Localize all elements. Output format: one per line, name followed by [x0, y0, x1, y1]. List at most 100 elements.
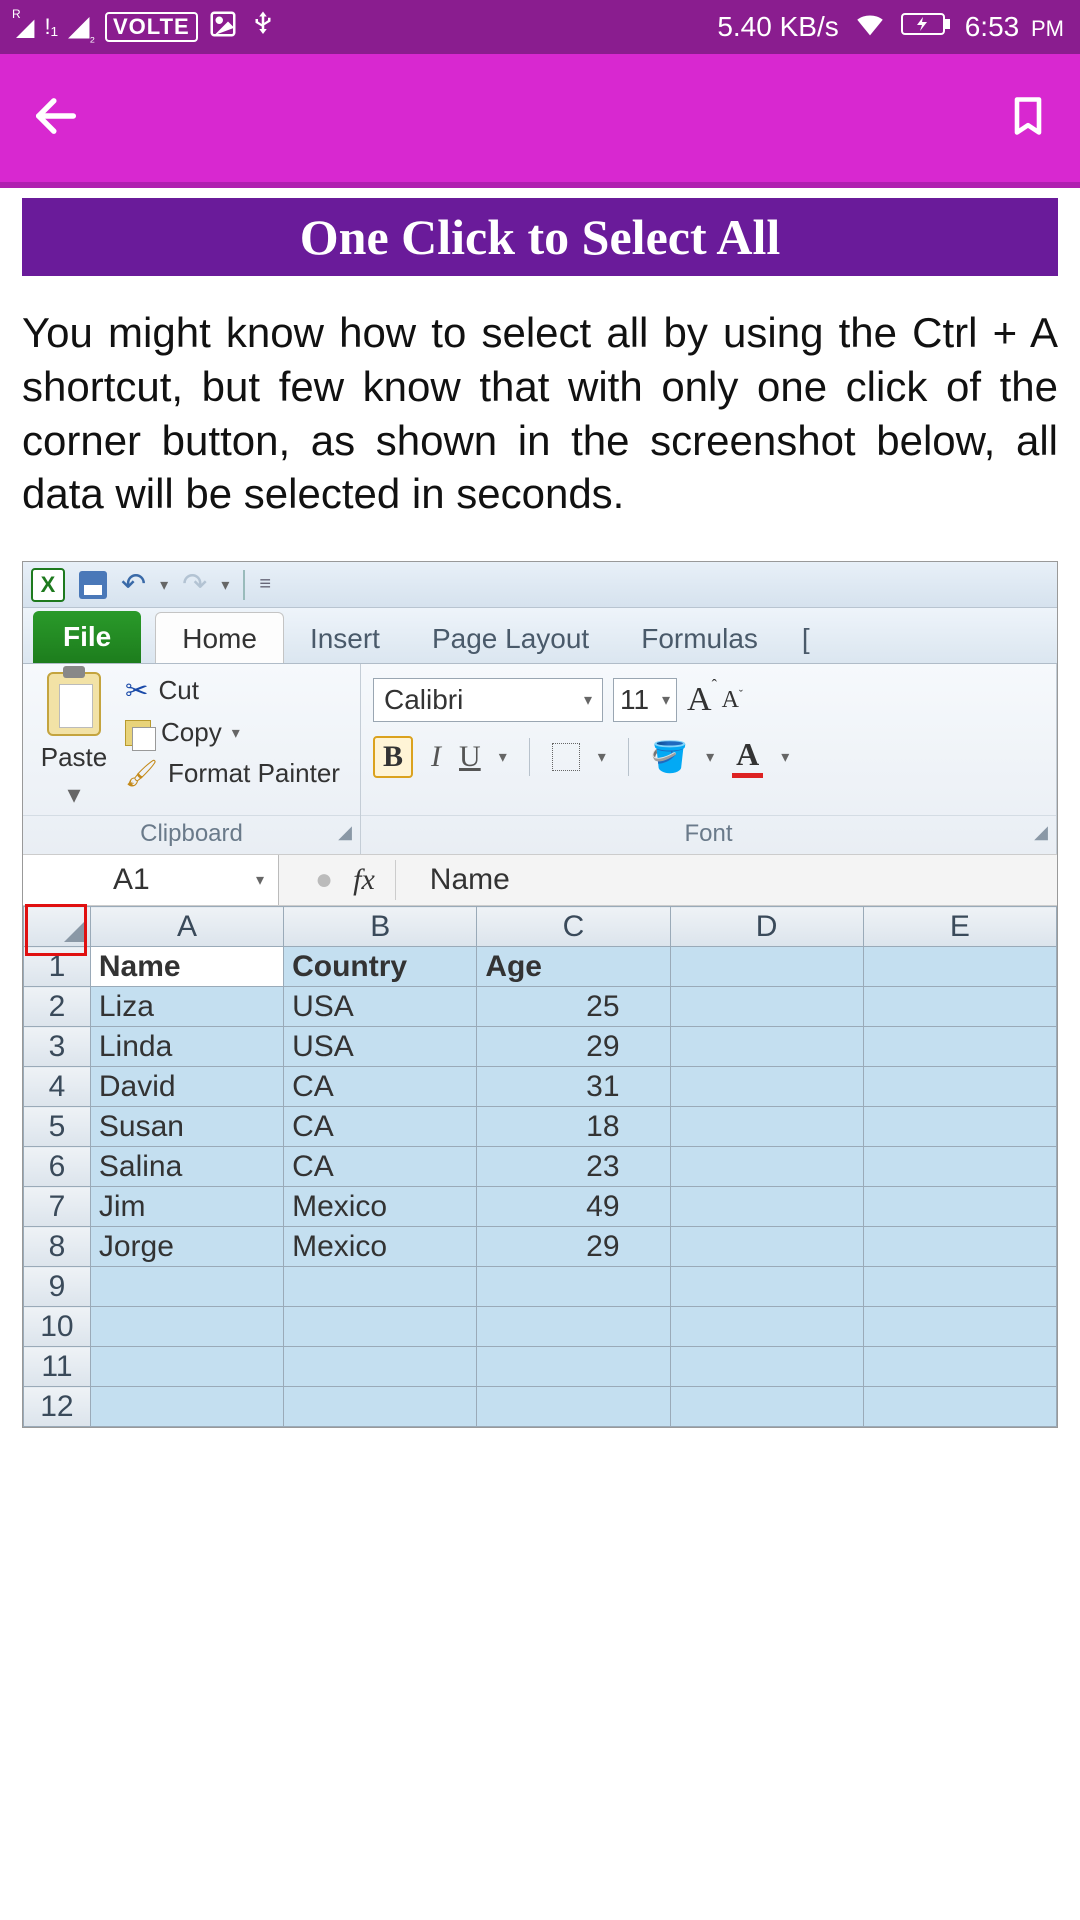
- cell[interactable]: USA: [284, 987, 477, 1027]
- cell[interactable]: Jorge: [90, 1227, 283, 1267]
- cell[interactable]: Susan: [90, 1107, 283, 1147]
- cell[interactable]: Age: [477, 947, 670, 987]
- cell[interactable]: CA: [284, 1107, 477, 1147]
- name-box[interactable]: A1▾: [23, 855, 279, 905]
- column-header[interactable]: C: [477, 907, 670, 947]
- cell[interactable]: [863, 947, 1056, 987]
- dialog-launcher-icon[interactable]: ◢: [338, 822, 352, 843]
- cell[interactable]: [670, 987, 863, 1027]
- cell[interactable]: [670, 1067, 863, 1107]
- cell[interactable]: [863, 1347, 1056, 1387]
- bold-button[interactable]: B: [373, 736, 413, 778]
- cell[interactable]: Jim: [90, 1187, 283, 1227]
- undo-icon[interactable]: ↶: [121, 567, 146, 602]
- cell[interactable]: 31: [477, 1067, 670, 1107]
- cell[interactable]: [477, 1347, 670, 1387]
- column-header[interactable]: E: [863, 907, 1056, 947]
- cell[interactable]: [863, 1107, 1056, 1147]
- tab-insert[interactable]: Insert: [284, 613, 406, 663]
- cell[interactable]: [670, 1187, 863, 1227]
- cell[interactable]: [90, 1307, 283, 1347]
- cell[interactable]: [670, 1107, 863, 1147]
- cell[interactable]: [863, 1067, 1056, 1107]
- font-color-icon[interactable]: A: [732, 736, 763, 778]
- cell[interactable]: [90, 1387, 283, 1427]
- cell[interactable]: CA: [284, 1067, 477, 1107]
- cell[interactable]: [863, 1387, 1056, 1427]
- cell[interactable]: [90, 1347, 283, 1387]
- cell[interactable]: [670, 1227, 863, 1267]
- cell[interactable]: [670, 1307, 863, 1347]
- row-header[interactable]: 9: [24, 1267, 91, 1307]
- cut-button[interactable]: ✂Cut: [125, 674, 340, 707]
- redo-icon[interactable]: ↷: [182, 567, 207, 602]
- row-header[interactable]: 5: [24, 1107, 91, 1147]
- cell[interactable]: [670, 1347, 863, 1387]
- cell[interactable]: Linda: [90, 1027, 283, 1067]
- cell[interactable]: Liza: [90, 987, 283, 1027]
- cell[interactable]: [863, 1267, 1056, 1307]
- cell[interactable]: CA: [284, 1147, 477, 1187]
- back-button[interactable]: [30, 90, 82, 147]
- fill-color-icon[interactable]: 🪣: [651, 740, 688, 775]
- cell[interactable]: 18: [477, 1107, 670, 1147]
- cell[interactable]: [863, 1187, 1056, 1227]
- cell[interactable]: Name: [90, 947, 283, 987]
- tab-page-layout[interactable]: Page Layout: [406, 613, 615, 663]
- excel-grid[interactable]: A B C D E 1NameCountryAge2LizaUSA253Lind…: [23, 906, 1057, 1427]
- cell[interactable]: 23: [477, 1147, 670, 1187]
- dialog-launcher-icon[interactable]: ◢: [1034, 822, 1048, 843]
- cell[interactable]: [670, 1147, 863, 1187]
- row-header[interactable]: 7: [24, 1187, 91, 1227]
- formula-bar-value[interactable]: Name: [416, 863, 510, 897]
- cell[interactable]: [284, 1307, 477, 1347]
- cell[interactable]: [477, 1387, 670, 1427]
- cell[interactable]: David: [90, 1067, 283, 1107]
- cell[interactable]: Mexico: [284, 1187, 477, 1227]
- cell[interactable]: [284, 1267, 477, 1307]
- row-header[interactable]: 6: [24, 1147, 91, 1187]
- row-header[interactable]: 8: [24, 1227, 91, 1267]
- cell[interactable]: [670, 1387, 863, 1427]
- column-header[interactable]: B: [284, 907, 477, 947]
- cell[interactable]: [670, 1267, 863, 1307]
- cell[interactable]: Country: [284, 947, 477, 987]
- increase-font-icon[interactable]: Aˆ: [687, 681, 712, 719]
- cell[interactable]: [670, 947, 863, 987]
- cell[interactable]: [284, 1347, 477, 1387]
- cell[interactable]: [863, 987, 1056, 1027]
- row-header[interactable]: 12: [24, 1387, 91, 1427]
- format-painter-button[interactable]: 🖌Format Painter: [125, 758, 340, 789]
- bookmark-button[interactable]: [1006, 94, 1050, 143]
- cell[interactable]: 25: [477, 987, 670, 1027]
- qat-customize-icon[interactable]: ≡: [259, 573, 271, 596]
- paste-button[interactable]: Paste ▾: [35, 672, 113, 815]
- row-header[interactable]: 4: [24, 1067, 91, 1107]
- cell[interactable]: [863, 1227, 1056, 1267]
- tab-formulas[interactable]: Formulas: [615, 613, 784, 663]
- row-header[interactable]: 3: [24, 1027, 91, 1067]
- paste-dropdown-icon[interactable]: ▾: [67, 779, 80, 810]
- cell[interactable]: 49: [477, 1187, 670, 1227]
- cell[interactable]: [670, 1027, 863, 1067]
- copy-button[interactable]: Copy ▾: [125, 717, 340, 748]
- column-header[interactable]: A: [90, 907, 283, 947]
- cell[interactable]: [863, 1147, 1056, 1187]
- row-header[interactable]: 2: [24, 987, 91, 1027]
- cell[interactable]: 29: [477, 1227, 670, 1267]
- cell[interactable]: [284, 1387, 477, 1427]
- column-header[interactable]: D: [670, 907, 863, 947]
- cell[interactable]: Salina: [90, 1147, 283, 1187]
- cell[interactable]: 29: [477, 1027, 670, 1067]
- italic-button[interactable]: I: [431, 740, 441, 774]
- cell[interactable]: [863, 1307, 1056, 1347]
- decrease-font-icon[interactable]: Aˇ: [722, 687, 743, 714]
- row-header[interactable]: 11: [24, 1347, 91, 1387]
- row-header[interactable]: 10: [24, 1307, 91, 1347]
- cell[interactable]: [863, 1027, 1056, 1067]
- cell[interactable]: USA: [284, 1027, 477, 1067]
- font-name-dropdown[interactable]: Calibri▾: [373, 678, 603, 722]
- save-icon[interactable]: [79, 571, 107, 599]
- fx-icon[interactable]: fx: [353, 863, 375, 897]
- cell[interactable]: Mexico: [284, 1227, 477, 1267]
